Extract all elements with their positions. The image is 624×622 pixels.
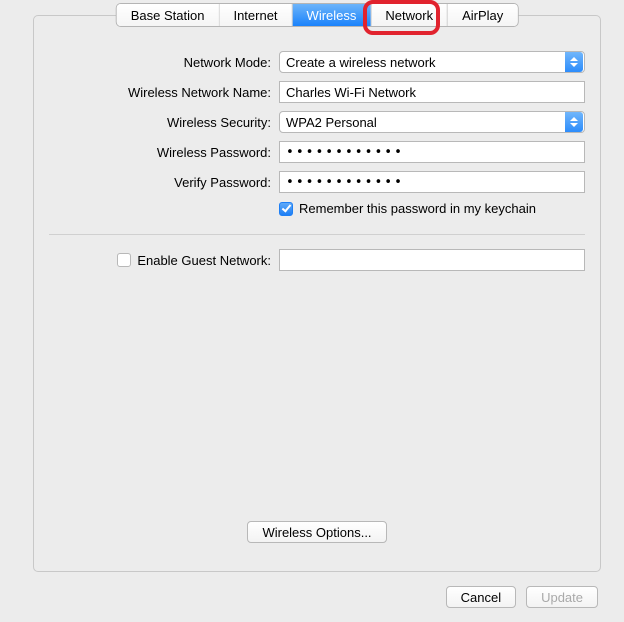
update-button[interactable]: Update bbox=[526, 586, 598, 608]
footer-buttons: Cancel Update bbox=[446, 586, 598, 608]
updown-icon bbox=[565, 52, 583, 72]
label-enable-guest-network: Enable Guest Network: bbox=[137, 253, 271, 268]
tab-wireless[interactable]: Wireless bbox=[293, 4, 372, 26]
separator bbox=[49, 234, 585, 235]
tab-network[interactable]: Network bbox=[371, 4, 448, 26]
label-wireless-password: Wireless Password: bbox=[49, 145, 279, 160]
settings-panel: Base Station Internet Wireless Network A… bbox=[33, 15, 601, 572]
label-verify-password: Verify Password: bbox=[49, 175, 279, 190]
checkbox-enable-guest-network[interactable] bbox=[117, 253, 131, 267]
input-guest-network-name[interactable] bbox=[279, 249, 585, 271]
checkbox-remember-keychain[interactable] bbox=[279, 202, 293, 216]
select-network-mode[interactable]: Create a wireless network bbox=[279, 51, 585, 73]
wireless-options-button[interactable]: Wireless Options... bbox=[247, 521, 386, 543]
label-remember-keychain: Remember this password in my keychain bbox=[299, 201, 536, 216]
input-wireless-password[interactable] bbox=[279, 141, 585, 163]
tab-airplay[interactable]: AirPlay bbox=[448, 4, 517, 26]
select-wireless-security[interactable]: WPA2 Personal bbox=[279, 111, 585, 133]
select-wireless-security-value: WPA2 Personal bbox=[286, 115, 377, 130]
updown-icon bbox=[565, 112, 583, 132]
airport-utility-wireless-pane: Base Station Internet Wireless Network A… bbox=[0, 0, 624, 622]
tab-internet[interactable]: Internet bbox=[219, 4, 292, 26]
select-network-mode-value: Create a wireless network bbox=[286, 55, 436, 70]
cancel-button[interactable]: Cancel bbox=[446, 586, 516, 608]
wireless-form: Network Mode: Create a wireless network … bbox=[49, 51, 585, 279]
label-wireless-security: Wireless Security: bbox=[49, 115, 279, 130]
label-wireless-network-name: Wireless Network Name: bbox=[49, 85, 279, 100]
tab-bar: Base Station Internet Wireless Network A… bbox=[117, 4, 518, 26]
label-network-mode: Network Mode: bbox=[49, 55, 279, 70]
input-verify-password[interactable] bbox=[279, 171, 585, 193]
input-wireless-network-name[interactable] bbox=[279, 81, 585, 103]
tab-base-station[interactable]: Base Station bbox=[117, 4, 220, 26]
